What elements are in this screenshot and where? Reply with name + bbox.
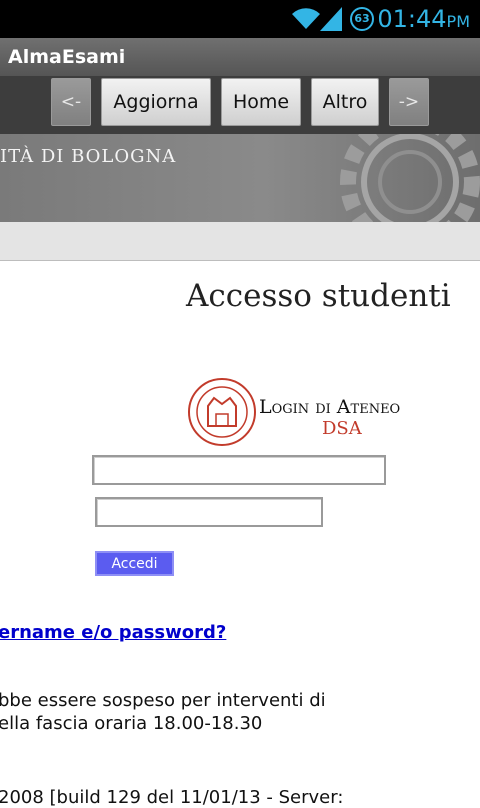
logo-subtitle: DSA (322, 418, 362, 439)
wifi-icon (292, 8, 320, 34)
forward-button[interactable]: -> (389, 78, 429, 126)
password-field[interactable] (95, 497, 323, 527)
logo-title: Login di Ateneo (259, 396, 401, 418)
clock: 01:44PM (377, 5, 470, 33)
more-button[interactable]: Altro (311, 78, 379, 126)
signal-icon (320, 7, 342, 35)
status-bar: 63 01:44PM (0, 0, 480, 38)
login-button[interactable]: Accedi (95, 551, 174, 576)
gear-icon (340, 134, 480, 222)
login-logo: Login di Ateneo DSA (186, 376, 436, 451)
university-banner: ITÀ DI BOLOGNA (0, 134, 480, 222)
back-button[interactable]: <- (51, 78, 91, 126)
home-button[interactable]: Home (221, 78, 301, 126)
app-title-bar: AlmaEsami (0, 38, 480, 76)
forgot-credentials-link[interactable]: ername e/o password? (0, 622, 226, 643)
banner-text: ITÀ DI BOLOGNA (0, 146, 177, 167)
maintenance-notice-line1: bbe essere sospeso per interventi di (0, 690, 326, 711)
page-title: Accesso studenti (186, 278, 451, 314)
build-info-footer: 2008 [build 129 del 11/01/13 - Server: (0, 787, 344, 808)
navigation-strip (0, 222, 480, 261)
refresh-button[interactable]: Aggiorna (101, 78, 211, 126)
toolbar: <- Aggiorna Home Altro -> (0, 76, 480, 134)
university-seal-icon (188, 378, 256, 446)
app-title: AlmaEsami (8, 46, 126, 68)
battery-icon: 63 (350, 7, 374, 31)
maintenance-notice-line2: ella fascia oraria 18.00-18.30 (0, 713, 263, 734)
username-field[interactable] (92, 455, 386, 485)
